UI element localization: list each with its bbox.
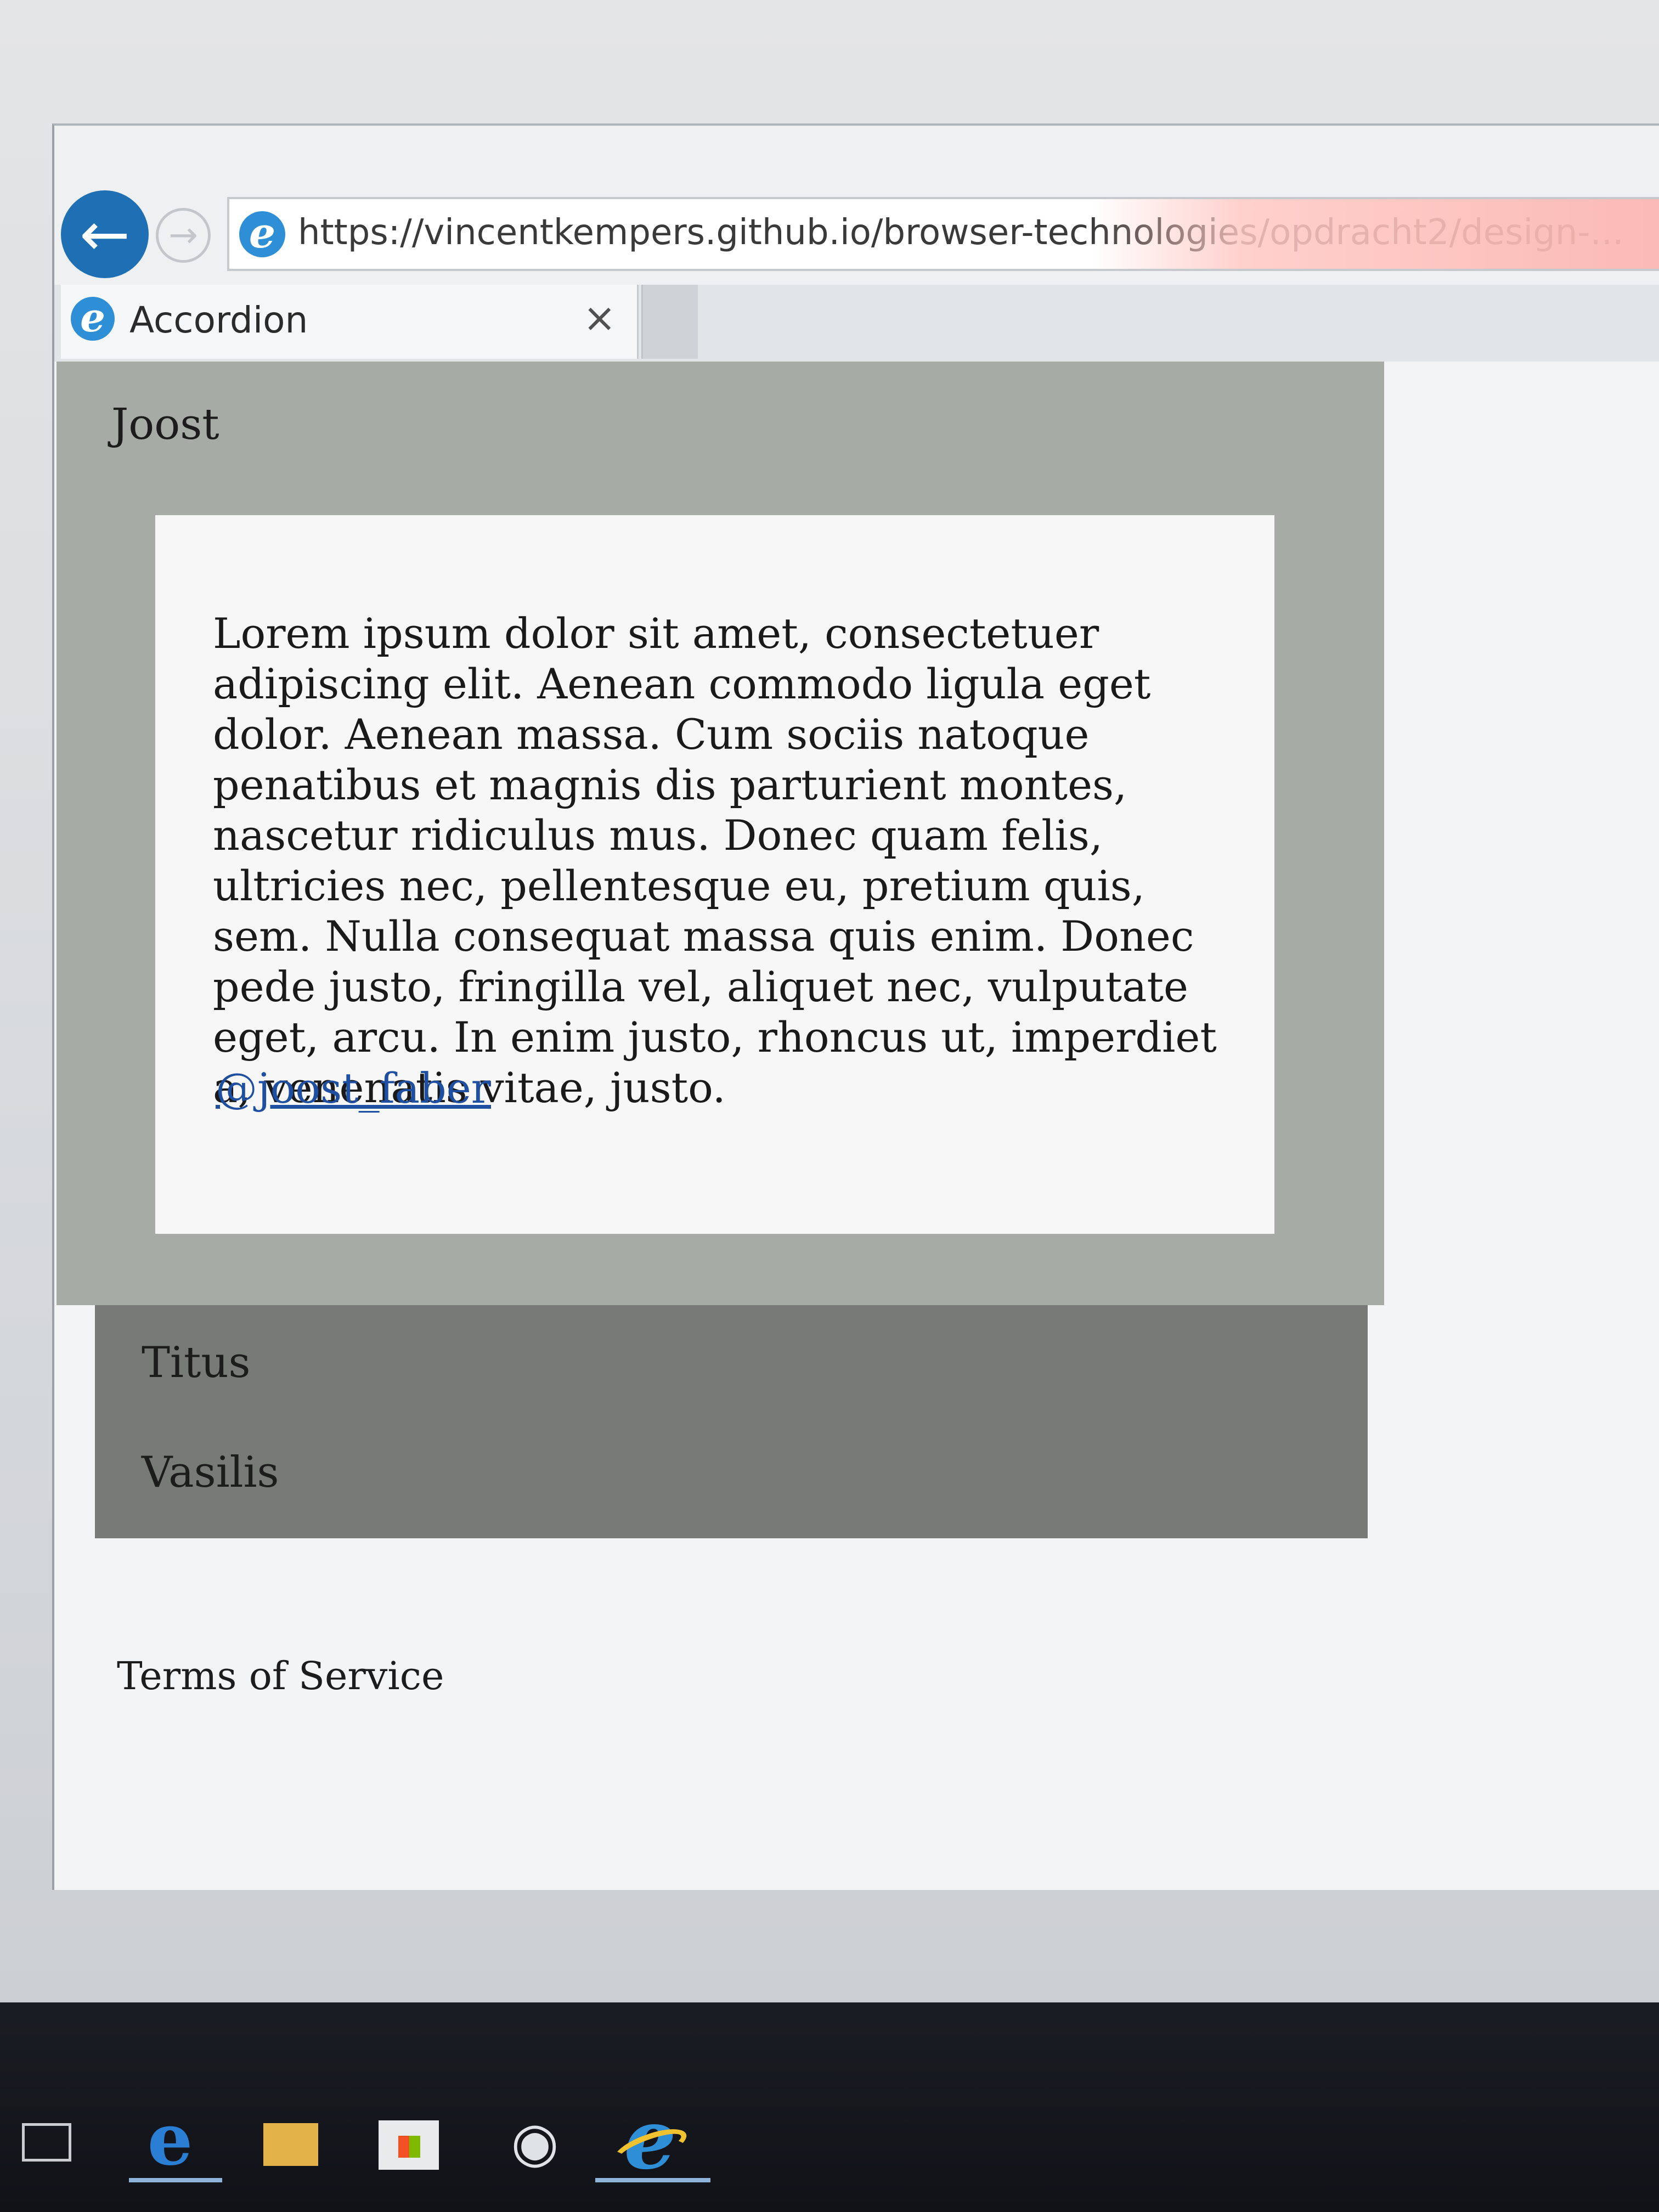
twitter-handle-link[interactable]: @joost_faber <box>216 1064 491 1113</box>
ie-logo-icon: e <box>239 211 285 257</box>
accordion-header-vasilis[interactable]: Vasilis <box>142 1448 279 1497</box>
back-button[interactable]: ← <box>61 190 149 278</box>
accordion-header-joost[interactable]: Joost <box>111 400 219 449</box>
accordion-header-titus[interactable]: Titus <box>142 1338 251 1387</box>
edge-icon[interactable]: e <box>140 2104 200 2175</box>
task-view-icon[interactable] <box>22 2123 71 2162</box>
accordion-panel-vasilis[interactable]: Vasilis <box>95 1431 1368 1538</box>
store-logo <box>398 2136 420 2158</box>
terms-of-service-link[interactable]: Terms of Service <box>117 1654 444 1699</box>
arrow-right-icon: → <box>168 215 198 256</box>
tab-bar: e Accordion × <box>54 285 1659 362</box>
accordion: Joost Lorem ipsum dolor sit amet, consec… <box>57 362 1384 1538</box>
page-content: Joost Lorem ipsum dolor sit amet, consec… <box>57 362 1658 1887</box>
taskbar: e ◉ e <box>0 2002 1659 2212</box>
file-explorer-icon[interactable] <box>263 2123 318 2166</box>
tab-title: Accordion <box>129 299 308 341</box>
ie-logo-icon: e <box>71 297 115 341</box>
panel-body-text: Lorem ipsum dolor sit amet, consectetuer… <box>213 609 1217 1112</box>
new-tab-button[interactable] <box>641 285 698 359</box>
screen-glare <box>1092 199 1659 269</box>
navigation-bar: ← → e https://vincentkempers.github.io/b… <box>54 126 1659 285</box>
close-icon[interactable]: × <box>583 295 616 341</box>
forward-button[interactable]: → <box>156 208 211 263</box>
accordion-panel-titus[interactable]: Titus <box>95 1305 1368 1431</box>
browser-window: ← → e https://vincentkempers.github.io/b… <box>52 123 1659 1890</box>
arrow-left-icon: ← <box>79 199 131 269</box>
store-icon[interactable] <box>379 2120 439 2170</box>
app-icon[interactable]: ◉ <box>505 2112 565 2172</box>
tab-accordion[interactable]: e Accordion × <box>61 285 639 359</box>
accordion-panel-joost[interactable]: Joost Lorem ipsum dolor sit amet, consec… <box>57 362 1384 1305</box>
accordion-content: Lorem ipsum dolor sit amet, consectetuer… <box>155 515 1274 1234</box>
address-bar[interactable]: e https://vincentkempers.github.io/brows… <box>227 197 1659 271</box>
desktop: ← → e https://vincentkempers.github.io/b… <box>0 0 1659 2212</box>
ie-active-indicator <box>595 2178 710 2182</box>
edge-active-indicator <box>129 2178 222 2182</box>
